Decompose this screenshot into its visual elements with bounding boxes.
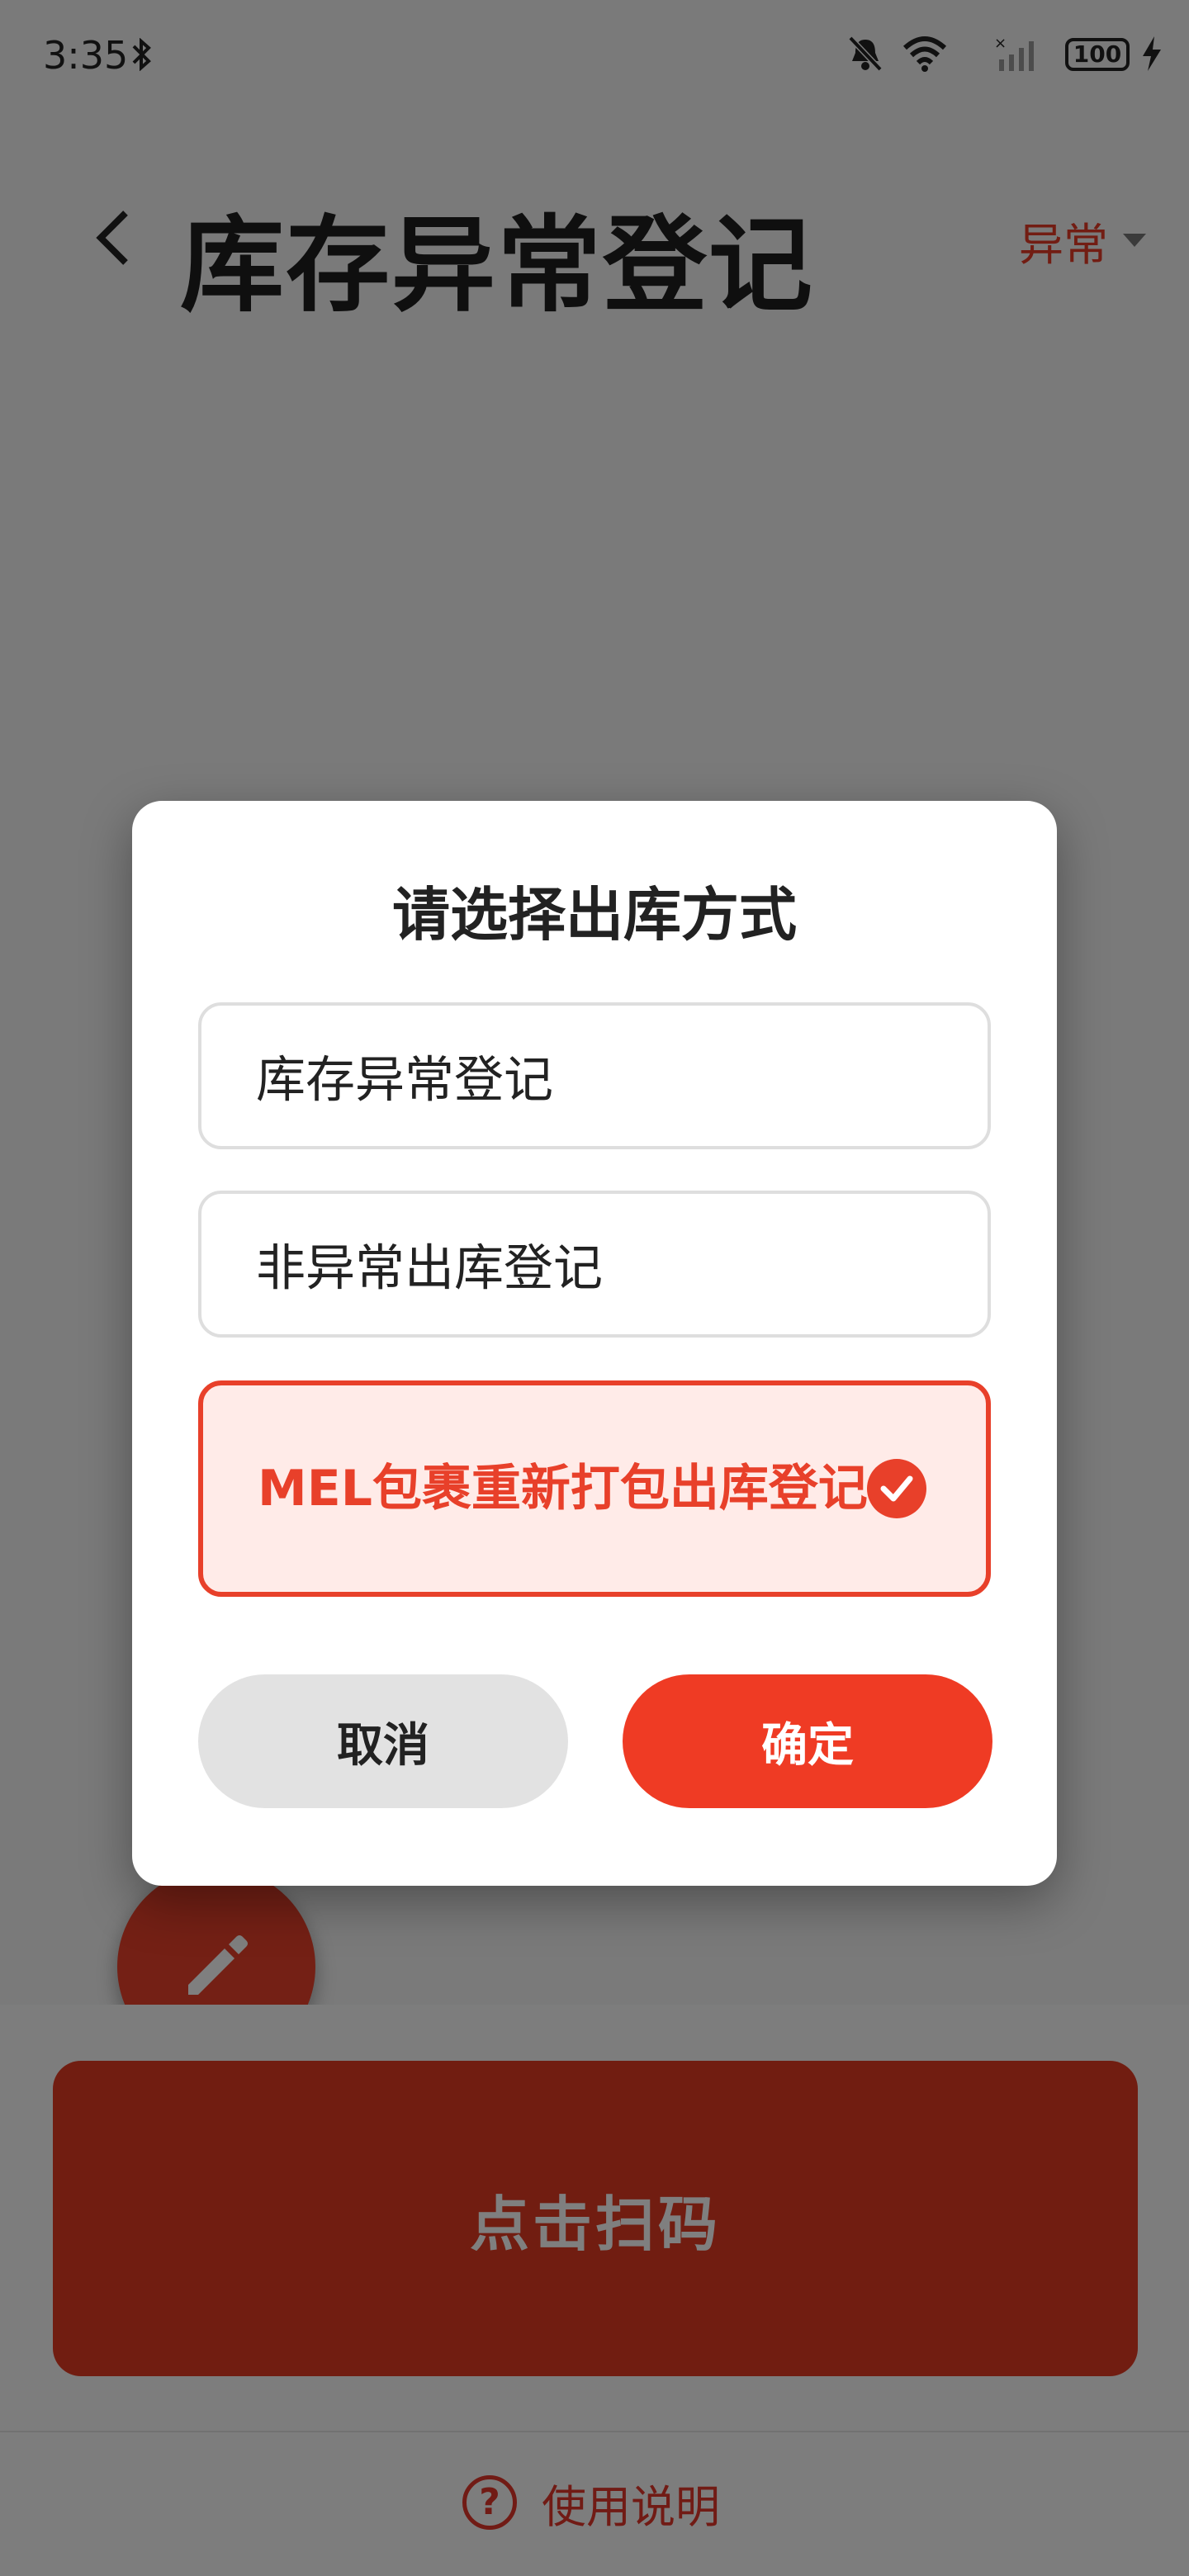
option-label: 非异常出库登记	[256, 1239, 603, 1298]
option-label: 库存异常登记	[256, 1051, 553, 1110]
option-mel-repack-outbound[interactable]: MEL包裹重新打包出库登记	[198, 1380, 991, 1597]
dialog-title: 请选择出库方式	[392, 881, 797, 949]
confirm-button[interactable]: 确定	[623, 1674, 992, 1808]
outbound-method-dialog: 请选择出库方式 库存异常登记 非异常出库登记 MEL包裹重新打包出库登记 取消 …	[132, 801, 1057, 1886]
option-inventory-exception[interactable]: 库存异常登记	[198, 1002, 991, 1149]
option-label: MEL包裹重新打包出库登记	[258, 1460, 868, 1518]
check-icon	[867, 1459, 926, 1518]
cancel-button[interactable]: 取消	[198, 1674, 568, 1808]
option-non-exception-outbound[interactable]: 非异常出库登记	[198, 1191, 991, 1338]
